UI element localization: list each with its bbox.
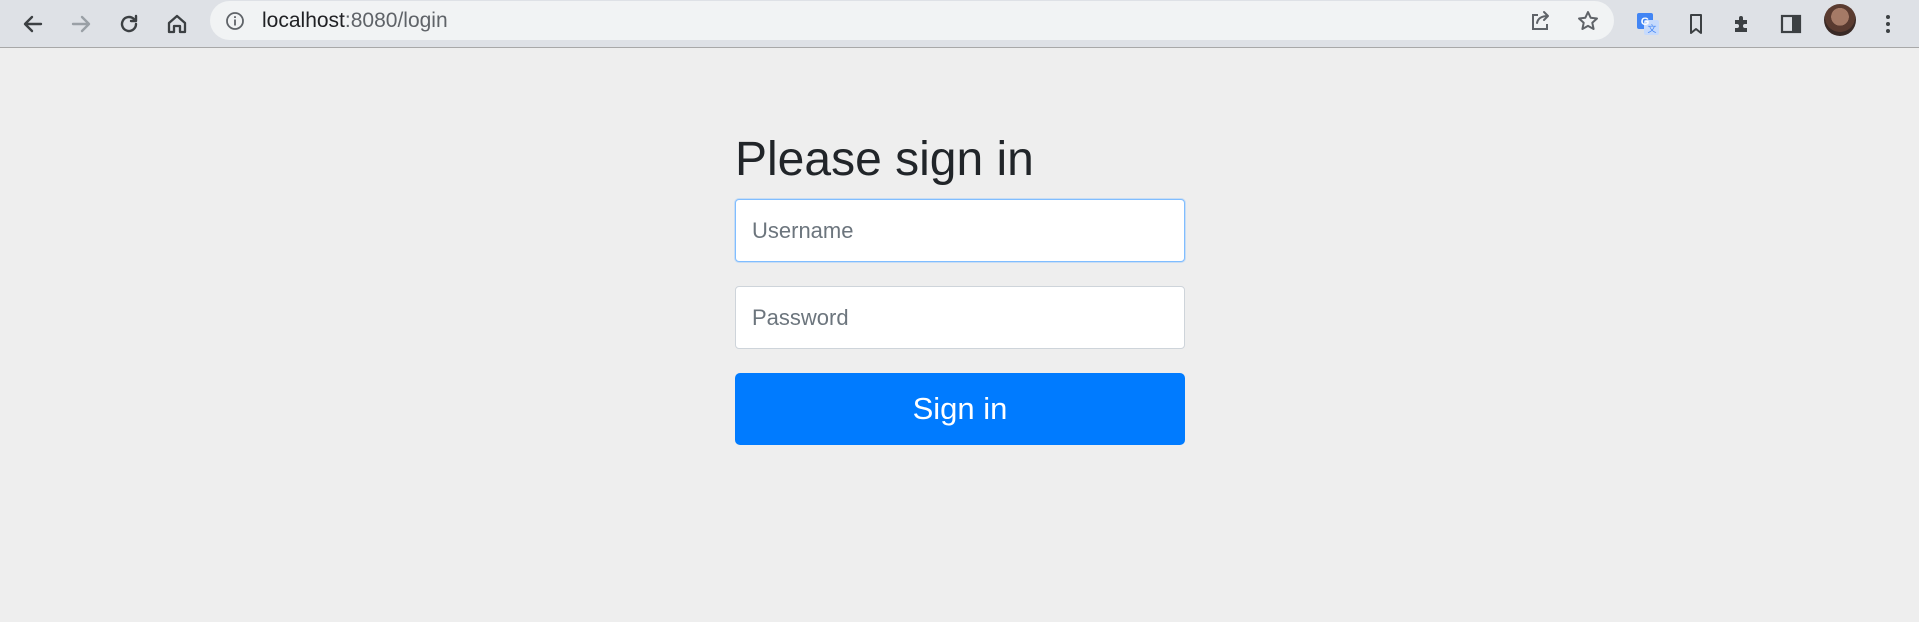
address-bar[interactable]: localhost:8080/login [210,1,1614,40]
url-host: localhost [262,9,345,32]
extensions-button[interactable] [1725,6,1761,42]
reload-icon [117,12,141,36]
reading-list-button[interactable] [1678,6,1714,42]
translate-button[interactable]: G文 [1630,6,1666,42]
back-button[interactable] [15,6,51,42]
reload-button[interactable] [111,6,147,42]
bookmark-icon [1684,12,1708,36]
svg-text:文: 文 [1647,23,1656,34]
share-icon[interactable] [1528,9,1552,33]
sign-in-button[interactable]: Sign in [735,373,1185,445]
forward-button[interactable] [63,6,99,42]
arrow-right-icon [69,12,93,36]
star-icon[interactable] [1576,9,1600,33]
home-icon [165,12,189,36]
page-title: Please sign in [735,133,1034,186]
side-panel-icon [1779,12,1803,36]
kebab-menu-icon [1876,12,1900,36]
url-path: :8080/login [344,9,448,32]
browser-toolbar: localhost:8080/login G文 [0,0,1919,48]
username-input[interactable] [735,199,1185,262]
google-translate-icon: G文 [1635,11,1661,37]
password-input[interactable] [735,286,1185,349]
url-text: localhost:8080/login [262,10,448,32]
puzzle-icon [1731,12,1755,36]
signin-form: Please sign in Sign in [735,130,1185,445]
side-panel-button[interactable] [1773,6,1809,42]
arrow-left-icon [21,12,45,36]
info-icon[interactable] [224,10,246,32]
avatar[interactable] [1824,4,1856,36]
browser-menu-button[interactable] [1870,6,1906,42]
home-button[interactable] [159,6,195,42]
